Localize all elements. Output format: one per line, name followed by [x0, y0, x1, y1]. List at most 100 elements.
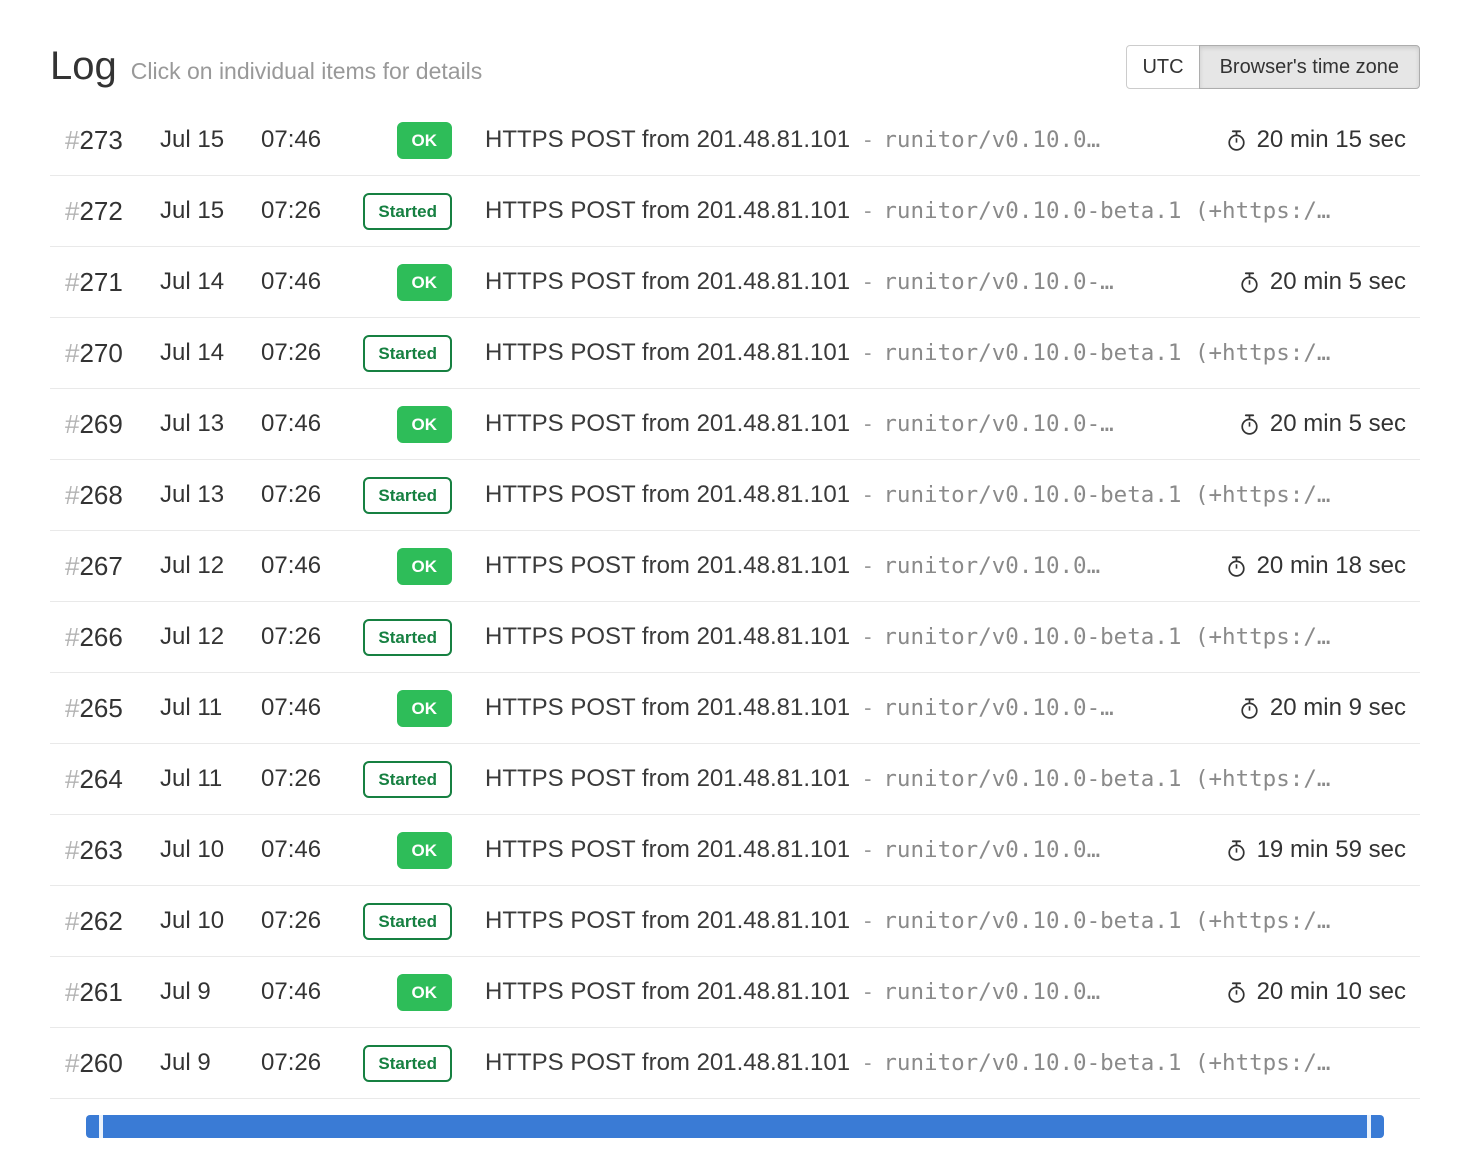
event-description: HTTPS POST from 201.48.81.101-runitor/v0…	[458, 978, 1207, 1006]
hash-prefix: #	[65, 480, 79, 510]
separator-dash: -	[864, 979, 871, 1004]
status-badge: Started	[363, 1045, 452, 1082]
status-badge: Started	[363, 193, 452, 230]
event-duration-cell: 20 min 10 sec	[1207, 978, 1420, 1006]
event-description: HTTPS POST from 201.48.81.101-runitor/v0…	[458, 126, 1207, 154]
status-badge: OK	[397, 122, 453, 159]
user-agent: runitor/v0.10.0-beta.1 (+https:/…	[883, 1050, 1330, 1076]
event-description: HTTPS POST from 201.48.81.101-runitor/v0…	[458, 197, 1420, 225]
status-badge-cell: Started	[340, 619, 458, 656]
user-agent: runitor/v0.10.0-beta.1 (+https:/…	[883, 198, 1330, 224]
hash-prefix: #	[65, 196, 79, 226]
event-date: Jul 12	[142, 623, 242, 651]
log-row[interactable]: #260 Jul 9 07:26 Started HTTPS POST from…	[50, 1028, 1420, 1099]
slider-handle-left[interactable]	[99, 1115, 103, 1138]
event-date: Jul 13	[142, 410, 242, 438]
event-message: HTTPS POST from 201.48.81.101	[485, 1049, 850, 1076]
event-message: HTTPS POST from 201.48.81.101	[485, 126, 850, 153]
hash-prefix: #	[65, 338, 79, 368]
separator-dash: -	[864, 837, 871, 862]
event-description: HTTPS POST from 201.48.81.101-runitor/v0…	[458, 907, 1420, 935]
event-date: Jul 9	[142, 1049, 242, 1077]
event-description: HTTPS POST from 201.48.81.101-runitor/v0…	[458, 339, 1420, 367]
event-date: Jul 15	[142, 126, 242, 154]
log-row[interactable]: #263 Jul 10 07:46 OK HTTPS POST from 201…	[50, 815, 1420, 886]
separator-dash: -	[864, 908, 871, 933]
log-row[interactable]: #273 Jul 15 07:46 OK HTTPS POST from 201…	[50, 105, 1420, 176]
separator-dash: -	[864, 127, 871, 152]
user-agent: runitor/v0.10.0…	[883, 979, 1100, 1005]
event-number: #267	[50, 551, 142, 582]
utc-button[interactable]: UTC	[1126, 45, 1199, 89]
log-row[interactable]: #262 Jul 10 07:26 Started HTTPS POST fro…	[50, 886, 1420, 957]
slider-handle-right[interactable]	[1367, 1115, 1371, 1138]
timezone-toggle: UTC Browser's time zone	[1126, 45, 1420, 89]
log-row[interactable]: #266 Jul 12 07:26 Started HTTPS POST fro…	[50, 602, 1420, 673]
separator-dash: -	[864, 198, 871, 223]
event-number: #273	[50, 125, 142, 156]
user-agent: runitor/v0.10.0…	[883, 127, 1100, 153]
status-badge-cell: OK	[340, 832, 458, 869]
browser-timezone-button[interactable]: Browser's time zone	[1199, 45, 1420, 89]
page-header: Log Click on individual items for detail…	[50, 44, 1420, 89]
event-duration: 20 min 10 sec	[1257, 978, 1406, 1006]
event-time: 07:46	[242, 694, 340, 722]
separator-dash: -	[864, 340, 871, 365]
status-badge-cell: Started	[340, 903, 458, 940]
status-badge-cell: OK	[340, 548, 458, 585]
event-duration-cell: 20 min 5 sec	[1220, 268, 1420, 296]
event-time: 07:26	[242, 481, 340, 509]
status-badge-cell: Started	[340, 1045, 458, 1082]
event-number: #261	[50, 977, 142, 1008]
event-time: 07:46	[242, 126, 340, 154]
event-description: HTTPS POST from 201.48.81.101-runitor/v0…	[458, 765, 1420, 793]
event-date: Jul 10	[142, 836, 242, 864]
page-title: Log	[50, 44, 117, 89]
event-time: 07:46	[242, 552, 340, 580]
separator-dash: -	[864, 624, 871, 649]
status-badge: OK	[397, 974, 453, 1011]
stopwatch-icon	[1238, 271, 1261, 294]
event-duration: 20 min 18 sec	[1257, 552, 1406, 580]
event-date: Jul 11	[142, 765, 242, 793]
log-row[interactable]: #264 Jul 11 07:26 Started HTTPS POST fro…	[50, 744, 1420, 815]
separator-dash: -	[864, 553, 871, 578]
status-badge: OK	[397, 548, 453, 585]
event-description: HTTPS POST from 201.48.81.101-runitor/v0…	[458, 481, 1420, 509]
event-time: 07:26	[242, 339, 340, 367]
log-row[interactable]: #270 Jul 14 07:26 Started HTTPS POST fro…	[50, 318, 1420, 389]
user-agent: runitor/v0.10.0-…	[883, 411, 1113, 437]
event-message: HTTPS POST from 201.48.81.101	[485, 410, 850, 437]
separator-dash: -	[864, 766, 871, 791]
event-duration: 20 min 9 sec	[1270, 694, 1406, 722]
hash-prefix: #	[65, 125, 79, 155]
log-row[interactable]: #272 Jul 15 07:26 Started HTTPS POST fro…	[50, 176, 1420, 247]
status-badge-cell: Started	[340, 335, 458, 372]
event-time: 07:46	[242, 268, 340, 296]
log-row[interactable]: #268 Jul 13 07:26 Started HTTPS POST fro…	[50, 460, 1420, 531]
log-row[interactable]: #271 Jul 14 07:46 OK HTTPS POST from 201…	[50, 247, 1420, 318]
event-duration: 20 min 5 sec	[1270, 268, 1406, 296]
event-time: 07:46	[242, 410, 340, 438]
log-row[interactable]: #269 Jul 13 07:46 OK HTTPS POST from 201…	[50, 389, 1420, 460]
log-row[interactable]: #265 Jul 11 07:46 OK HTTPS POST from 201…	[50, 673, 1420, 744]
log-row[interactable]: #267 Jul 12 07:46 OK HTTPS POST from 201…	[50, 531, 1420, 602]
event-number: #266	[50, 622, 142, 653]
hash-prefix: #	[65, 764, 79, 794]
status-badge: Started	[363, 761, 452, 798]
time-range-slider[interactable]	[86, 1115, 1384, 1138]
user-agent: runitor/v0.10.0-…	[883, 269, 1113, 295]
event-number: #270	[50, 338, 142, 369]
log-row[interactable]: #261 Jul 9 07:46 OK HTTPS POST from 201.…	[50, 957, 1420, 1028]
event-description: HTTPS POST from 201.48.81.101-runitor/v0…	[458, 623, 1420, 651]
event-number: #262	[50, 906, 142, 937]
event-duration-cell: 20 min 9 sec	[1220, 694, 1420, 722]
event-message: HTTPS POST from 201.48.81.101	[485, 978, 850, 1005]
event-number: #272	[50, 196, 142, 227]
status-badge-cell: Started	[340, 477, 458, 514]
event-description: HTTPS POST from 201.48.81.101-runitor/v0…	[458, 552, 1207, 580]
event-duration-cell: 20 min 18 sec	[1207, 552, 1420, 580]
event-message: HTTPS POST from 201.48.81.101	[485, 339, 850, 366]
event-message: HTTPS POST from 201.48.81.101	[485, 907, 850, 934]
event-number: #271	[50, 267, 142, 298]
